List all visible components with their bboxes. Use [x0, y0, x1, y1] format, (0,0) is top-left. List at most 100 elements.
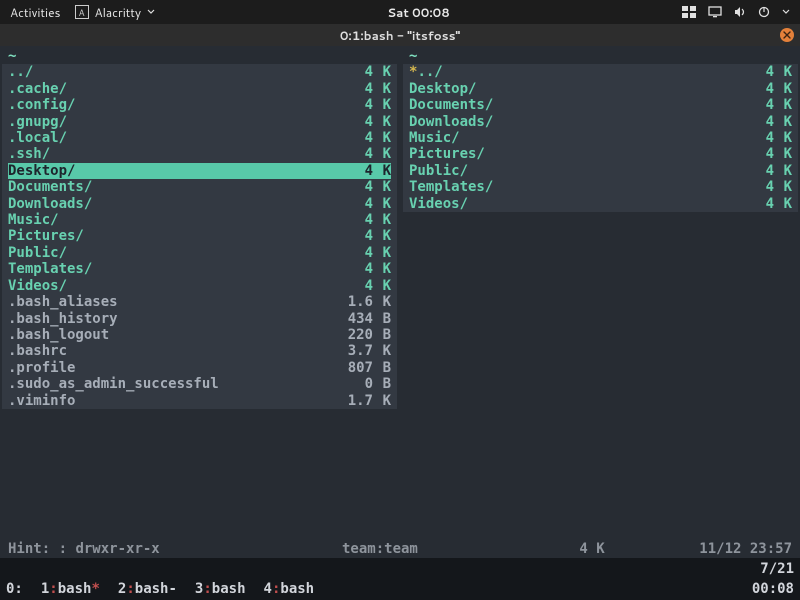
file-row[interactable]: .bash_history434B: [8, 311, 391, 327]
file-row[interactable]: .bash_aliases1.6K: [8, 294, 391, 310]
file-name: Templates/: [409, 179, 720, 195]
window-title-bar[interactable]: 0:1:bash - "itsfoss": [0, 24, 800, 46]
dir-row[interactable]: Documents/4K: [409, 97, 792, 113]
chevron-down-icon[interactable]: [782, 8, 790, 16]
tmux-window[interactable]: 3:bash: [195, 579, 246, 599]
file-row[interactable]: .viminfo1.7K: [8, 393, 391, 409]
file-name: Downloads/: [409, 114, 720, 130]
terminal-area[interactable]: ~ ../4K.cache/4K.config/4K.gnupg/4K.loca…: [0, 46, 800, 540]
hint-label: Hint: :: [8, 541, 67, 557]
dir-row[interactable]: Videos/4K: [8, 278, 391, 294]
file-size: 4: [319, 179, 373, 195]
dir-row[interactable]: Downloads/4K: [409, 114, 792, 130]
file-size: 4: [319, 114, 373, 130]
tmux-window[interactable]: 1:bash*: [41, 579, 100, 599]
dir-row[interactable]: Documents/4K: [8, 179, 391, 195]
window-title: 0:1:bash - "itsfoss": [340, 27, 460, 44]
dir-row[interactable]: .local/4K: [8, 130, 391, 146]
file-row[interactable]: .bashrc3.7K: [8, 343, 391, 359]
dir-row[interactable]: *../4K: [409, 64, 792, 80]
app-menu[interactable]: A Alacritty: [75, 4, 156, 21]
dir-row[interactable]: Downloads/4K: [8, 196, 391, 212]
dir-row[interactable]: Templates/4K: [409, 179, 792, 195]
file-list-right[interactable]: *../4KDesktop/4KDocuments/4KDownloads/4K…: [403, 64, 798, 212]
file-row[interactable]: .sudo_as_admin_successful0B: [8, 376, 391, 392]
dir-row[interactable]: Desktop/4K: [8, 163, 391, 179]
volume-icon[interactable]: [734, 6, 746, 18]
active-flag-icon: *: [91, 581, 99, 597]
file-row[interactable]: .bash_logout220B: [8, 327, 391, 343]
file-name: Pictures/: [8, 228, 319, 244]
left-pane[interactable]: ~ ../4K.cache/4K.config/4K.gnupg/4K.loca…: [2, 48, 397, 538]
dir-row[interactable]: .ssh/4K: [8, 146, 391, 162]
dir-row[interactable]: Pictures/4K: [409, 146, 792, 162]
tmux-clock: 00:08: [752, 579, 794, 599]
dir-row[interactable]: Public/4K: [409, 163, 792, 179]
tmux-win-name: bash: [280, 581, 314, 597]
dir-row[interactable]: Music/4K: [8, 212, 391, 228]
desktop-top-bar: Activities A Alacritty Sat 00:08: [0, 0, 800, 24]
file-size-unit: K: [774, 146, 792, 162]
status-size: 4 K: [512, 541, 672, 557]
file-size-unit: K: [373, 343, 391, 359]
dir-row[interactable]: ../4K: [8, 64, 391, 80]
file-size-unit: K: [774, 97, 792, 113]
dir-row[interactable]: .config/4K: [8, 97, 391, 113]
file-name: .bash_history: [8, 311, 319, 327]
file-size: 4: [319, 97, 373, 113]
file-size-unit: K: [774, 114, 792, 130]
dir-row[interactable]: Music/4K: [409, 130, 792, 146]
file-size-unit: K: [373, 278, 391, 294]
file-size: 4: [319, 261, 373, 277]
activities-button[interactable]: Activities: [10, 4, 61, 21]
colon-separator: :: [49, 581, 57, 597]
file-name: .bashrc: [8, 343, 319, 359]
file-name: .ssh/: [8, 146, 319, 162]
tmux-window[interactable]: 2:bash-: [118, 579, 177, 599]
workspace-icon[interactable]: [682, 6, 696, 18]
tmux-window[interactable]: 4:bash: [264, 579, 315, 599]
dir-row[interactable]: .cache/4K: [8, 81, 391, 97]
file-size: 4: [720, 196, 774, 212]
tmux-win-num: 4: [264, 581, 272, 597]
dir-row[interactable]: .gnupg/4K: [8, 114, 391, 130]
dir-row[interactable]: Desktop/4K: [409, 81, 792, 97]
colon-separator: :: [203, 581, 211, 597]
file-row[interactable]: .profile807B: [8, 360, 391, 376]
file-name: *../: [409, 64, 720, 80]
file-size: 4: [319, 196, 373, 212]
file-size-unit: K: [373, 245, 391, 261]
file-size: 4: [319, 163, 373, 179]
dir-row[interactable]: Public/4K: [8, 245, 391, 261]
file-size: 4: [319, 64, 373, 80]
file-name: .bash_aliases: [8, 294, 319, 310]
clock[interactable]: Sat 00:08: [155, 4, 682, 21]
close-button[interactable]: [780, 28, 794, 42]
dir-row[interactable]: Templates/4K: [8, 261, 391, 277]
file-name: Public/: [409, 163, 720, 179]
file-size-unit: K: [774, 196, 792, 212]
file-size-unit: B: [373, 360, 391, 376]
dir-row[interactable]: Pictures/4K: [8, 228, 391, 244]
file-name: Desktop/: [8, 163, 319, 179]
file-size-unit: K: [373, 393, 391, 409]
file-list-left[interactable]: ../4K.cache/4K.config/4K.gnupg/4K.local/…: [2, 64, 397, 409]
file-name: Videos/: [409, 196, 720, 212]
dir-row[interactable]: Videos/4K: [409, 196, 792, 212]
file-size-unit: K: [373, 261, 391, 277]
power-icon[interactable]: [758, 6, 770, 18]
screen-icon[interactable]: [708, 6, 722, 18]
file-size: 434: [319, 311, 373, 327]
file-size: 4: [720, 97, 774, 113]
file-size-unit: K: [373, 81, 391, 97]
file-size: 4: [319, 278, 373, 294]
file-size: 4: [720, 81, 774, 97]
file-size-unit: K: [373, 130, 391, 146]
file-name: .gnupg/: [8, 114, 319, 130]
file-name: .bash_logout: [8, 327, 319, 343]
file-size: 220: [319, 327, 373, 343]
file-name: Music/: [8, 212, 319, 228]
right-pane[interactable]: ~ *../4KDesktop/4KDocuments/4KDownloads/…: [403, 48, 798, 538]
file-name: Videos/: [8, 278, 319, 294]
file-size-unit: K: [373, 114, 391, 130]
